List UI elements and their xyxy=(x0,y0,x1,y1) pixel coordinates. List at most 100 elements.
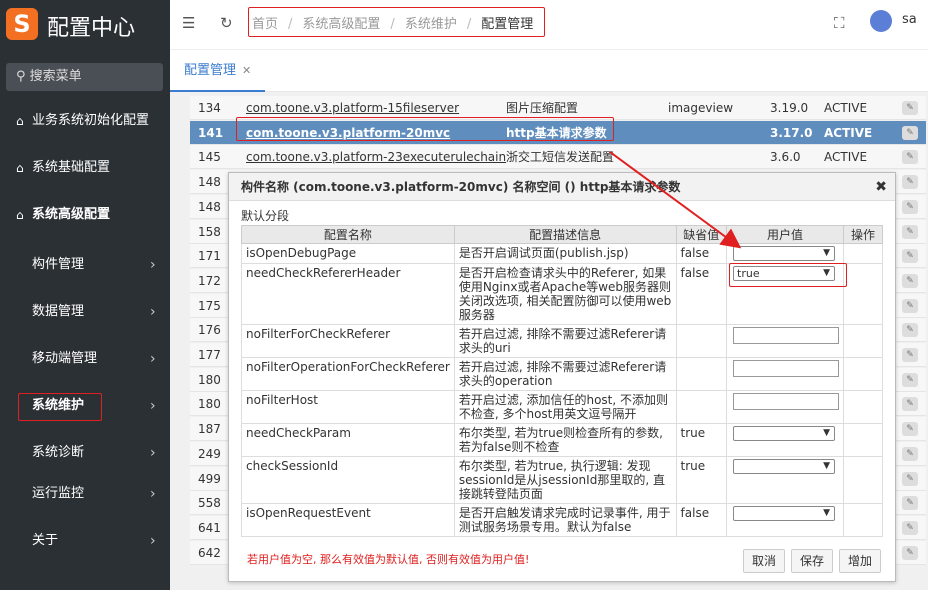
cancel-button[interactable]: 取消 xyxy=(743,549,786,573)
nav-label: 关于 xyxy=(32,533,59,548)
user-value-select[interactable]: ▼ xyxy=(733,426,836,441)
highlight-box xyxy=(248,7,545,37)
config-default: true xyxy=(675,456,728,504)
avatar[interactable] xyxy=(870,10,892,32)
row-action-icon[interactable]: ✎ xyxy=(902,446,918,461)
row-action-icon[interactable]: ✎ xyxy=(902,471,918,486)
cell-id: 180 xyxy=(198,397,221,412)
user-name[interactable]: sa xyxy=(902,12,917,27)
config-name: isOpenRequestEvent xyxy=(241,503,455,537)
dialog-title: 构件名称 (com.toone.v3.platform-20mvc) 名称空间 … xyxy=(241,180,681,194)
config-name: needCheckRefererHeader xyxy=(241,263,455,325)
row-action-icon[interactable]: ✎ xyxy=(902,125,918,140)
cell-id: 180 xyxy=(198,372,221,387)
config-row: noFilterOperationForCheckReferer 若开启过滤, 排… xyxy=(241,357,883,391)
cell-id: 558 xyxy=(198,496,221,511)
nav-label: 系统高级配置 xyxy=(32,207,111,222)
row-action-icon[interactable]: ✎ xyxy=(902,175,918,190)
highlight-box xyxy=(236,117,614,141)
row-action-icon[interactable]: ✎ xyxy=(902,224,918,239)
chevron-down-icon: ▼ xyxy=(823,428,831,438)
row-action-icon[interactable]: ✎ xyxy=(902,101,918,115)
col-header: 用户值 xyxy=(726,225,845,244)
col-header: 配置名称 xyxy=(241,225,455,244)
close-icon[interactable]: ✕ xyxy=(242,64,251,77)
nav-basic-config[interactable]: ⌂ 系统基础配置 xyxy=(0,145,170,191)
config-desc: 布尔类型, 若为true, 执行逻辑: 发现sessionId是从jsessio… xyxy=(453,456,677,504)
table-row[interactable]: 145 com.toone.v3.platform-23executerulech… xyxy=(190,145,926,170)
nav-label: 系统基础配置 xyxy=(32,160,111,175)
user-value-input[interactable] xyxy=(733,327,840,344)
config-name: checkSessionId xyxy=(241,456,455,504)
row-action-icon[interactable]: ✎ xyxy=(902,348,918,362)
config-desc: 布尔类型, 若为true则检查所有的参数, 若为false则不检查 xyxy=(453,423,677,457)
app-logo: S xyxy=(6,8,38,40)
config-row: isOpenDebugPage 是否开启调试页面(publish.jsp) fals… xyxy=(241,243,883,264)
cell-version: 3.6.0 xyxy=(770,150,801,165)
home-icon: ⌂ xyxy=(16,114,24,128)
config-action xyxy=(843,390,883,424)
row-action-icon[interactable]: ✎ xyxy=(902,249,918,264)
user-value-select[interactable]: ▼ xyxy=(733,246,836,261)
nav-mobile-mgmt[interactable]: 移动端管理 › xyxy=(0,336,170,382)
row-action-icon[interactable]: ✎ xyxy=(902,298,918,313)
cell-name[interactable]: com.toone.v3.platform-23executerulechain xyxy=(246,145,506,169)
row-action-icon[interactable]: ✎ xyxy=(902,422,918,437)
row-action-icon[interactable]: ✎ xyxy=(902,397,918,412)
config-desc: 是否开启触发请求完成时记录事件, 用于测试服务场景专用。默认为false xyxy=(453,503,677,537)
save-button[interactable]: 保存 xyxy=(791,549,834,573)
refresh-icon[interactable]: ↻ xyxy=(220,14,233,32)
search-icon: ⚲ xyxy=(16,69,30,84)
config-name: isOpenDebugPage xyxy=(241,243,455,264)
nav-about[interactable]: 关于 › xyxy=(0,518,170,564)
fullscreen-icon[interactable]: ⛶ xyxy=(834,14,845,32)
cell-id: 177 xyxy=(198,348,221,362)
user-value-input[interactable] xyxy=(733,393,840,410)
row-action-icon[interactable]: ✎ xyxy=(902,199,918,214)
cell-id: 148 xyxy=(198,175,221,190)
nav-advanced-config[interactable]: ⌂ 系统高级配置 xyxy=(0,192,170,238)
cell-desc: 浙交工短信发送配置 xyxy=(506,150,615,165)
chevron-right-icon: › xyxy=(150,304,156,320)
nav-monitor[interactable]: 运行监控 › xyxy=(0,471,170,517)
cell-id: 641 xyxy=(198,520,221,535)
row-action-icon[interactable]: ✎ xyxy=(902,545,918,560)
nav-system-diagnosis[interactable]: 系统诊断 › xyxy=(0,430,170,476)
sidebar: S 配置中心 ⚲ 搜索菜单 ⌂ 业务系统初始化配置 ⌂ 系统基础配置 ⌂ 系统高级配置… xyxy=(0,0,170,590)
config-dialog: 构件名称 (com.toone.v3.platform-20mvc) 名称空间 … xyxy=(228,172,896,582)
nav-component-mgmt[interactable]: 构件管理 › xyxy=(0,242,170,288)
nav-data-mgmt[interactable]: 数据管理 › xyxy=(0,289,170,335)
warning-text: 若用户值为空, 那么有效值为默认值, 否则有效值为用户值! xyxy=(247,553,530,566)
add-button[interactable]: 增加 xyxy=(839,549,882,573)
tab-bar: 配置管理 ✕ xyxy=(170,50,928,92)
config-default: false xyxy=(675,503,728,537)
row-action-icon[interactable]: ✎ xyxy=(902,372,918,387)
cell-status: ACTIVE xyxy=(824,150,868,165)
row-action-icon[interactable]: ✎ xyxy=(902,496,918,511)
cell-id: 642 xyxy=(198,545,221,560)
tab-config-mgmt[interactable]: 配置管理 ✕ xyxy=(170,56,266,92)
config-action xyxy=(843,423,883,457)
nav-business-init[interactable]: ⌂ 业务系统初始化配置 xyxy=(0,98,170,144)
user-value-select[interactable]: ▼ xyxy=(733,459,836,474)
user-value-input[interactable] xyxy=(733,360,840,377)
cell-id: 176 xyxy=(198,323,221,338)
row-action-icon[interactable]: ✎ xyxy=(902,323,918,338)
cell-id: 249 xyxy=(198,446,221,461)
config-row: needCheckParam 布尔类型, 若为true则检查所有的参数, 若为fa… xyxy=(241,423,883,457)
user-value-select[interactable]: ▼ xyxy=(733,506,836,521)
highlight-box xyxy=(729,263,847,287)
config-action xyxy=(843,263,883,325)
chevron-right-icon: › xyxy=(150,257,156,273)
row-action-icon[interactable]: ✎ xyxy=(902,150,918,165)
row-action-icon[interactable]: ✎ xyxy=(902,520,918,535)
row-action-icon[interactable]: ✎ xyxy=(902,273,918,288)
chevron-right-icon: › xyxy=(150,398,156,414)
menu-search[interactable]: ⚲ 搜索菜单 xyxy=(6,63,163,91)
config-default: true xyxy=(675,423,728,457)
chevron-down-icon: ▼ xyxy=(823,461,831,471)
menu-collapse-icon[interactable]: ☰ xyxy=(182,14,195,32)
close-icon[interactable]: ✖ xyxy=(875,173,887,201)
chevron-down-icon: ▼ xyxy=(823,248,831,258)
app-title: 配置中心 xyxy=(47,16,136,41)
